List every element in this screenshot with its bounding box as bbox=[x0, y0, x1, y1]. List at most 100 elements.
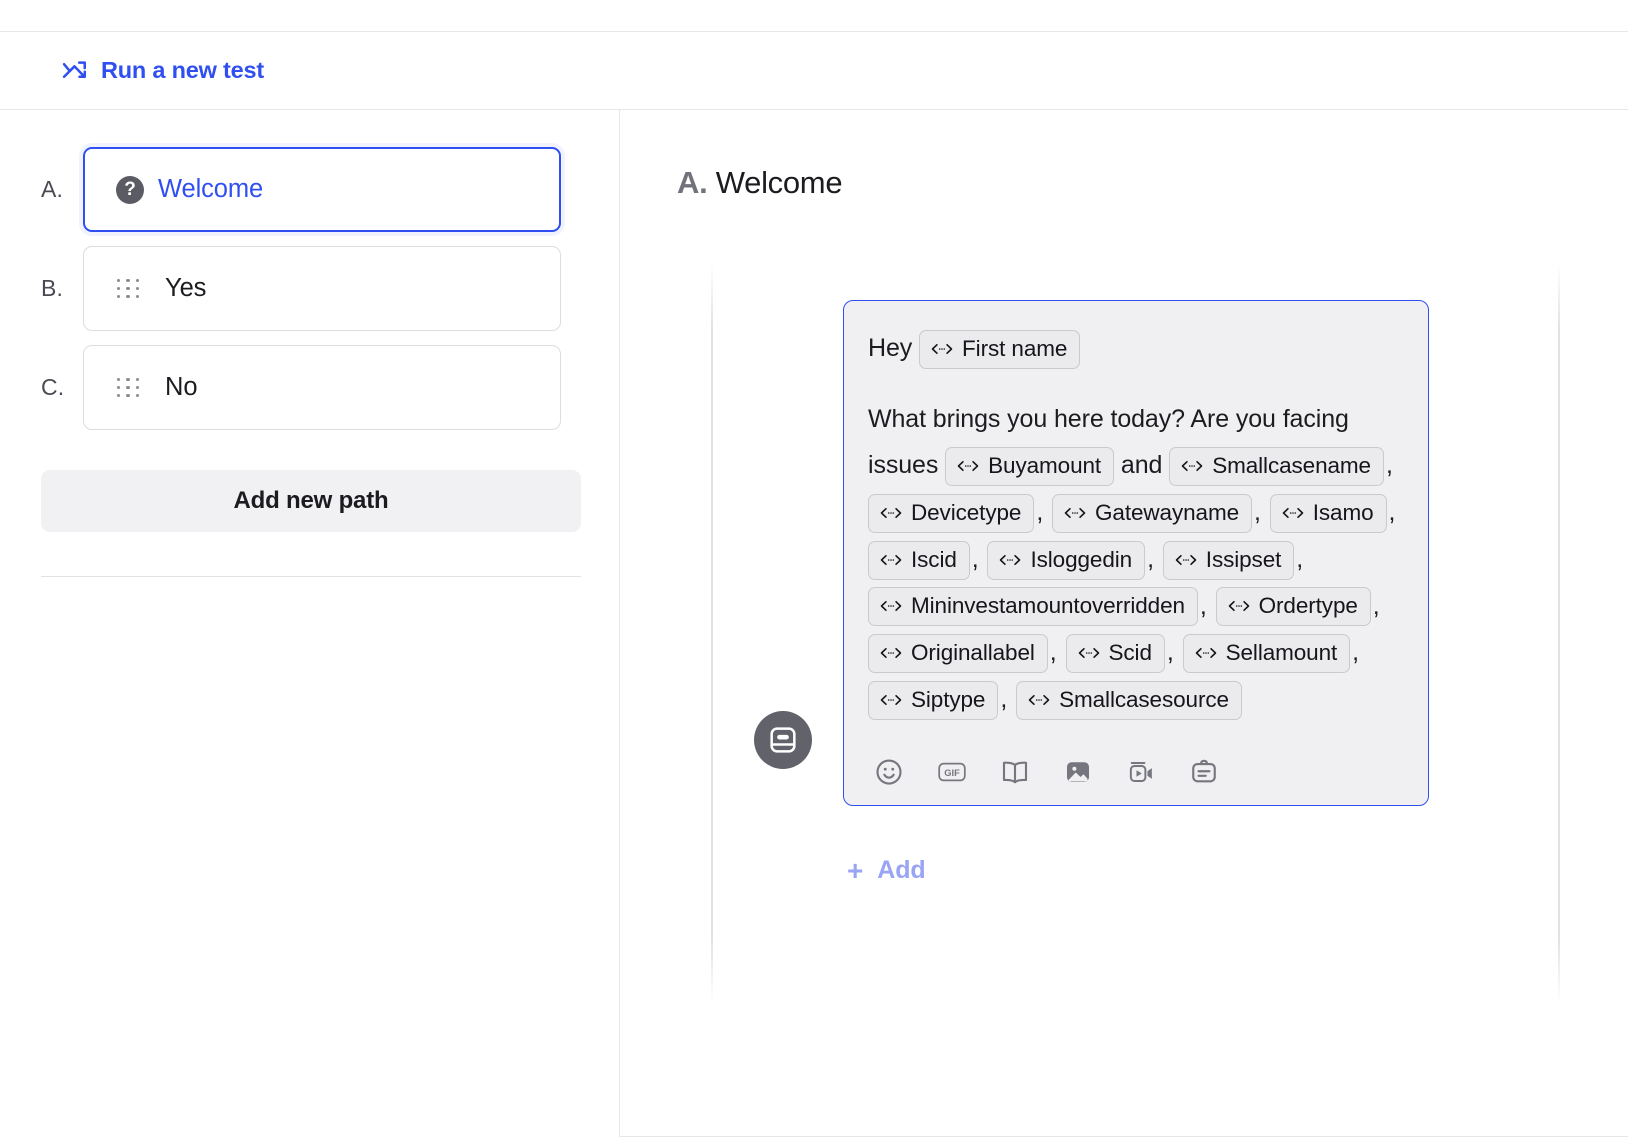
variable-tag-icon bbox=[1282, 506, 1304, 520]
trend-shuffle-icon bbox=[61, 59, 88, 82]
greeting-text: Hey bbox=[868, 334, 913, 362]
variable-tag-icon bbox=[880, 693, 902, 707]
sidebar-item-welcome[interactable]: ? Welcome bbox=[83, 147, 561, 232]
chip-separator: , bbox=[1385, 450, 1393, 479]
detail-panel: A. Welcome Hey First name What brings yo… bbox=[620, 110, 1628, 1137]
message-body-line: What brings you here today? Are you faci… bbox=[868, 396, 1402, 723]
add-block-label: Add bbox=[877, 856, 926, 885]
composer-toolbar: GIF bbox=[868, 757, 1402, 787]
variable-chip-label: Isloggedin bbox=[1030, 546, 1133, 572]
variable-chip-label: Gatewayname bbox=[1095, 499, 1240, 525]
chip-separator: , bbox=[1000, 685, 1008, 714]
drag-handle-icon[interactable] bbox=[115, 278, 141, 300]
form-icon[interactable] bbox=[1189, 757, 1219, 787]
body-split: A. ? Welcome B. Yes C. No Add new path A… bbox=[0, 110, 1628, 1137]
variable-chip-label: Buyamount bbox=[988, 452, 1102, 478]
run-a-new-test-label: Run a new test bbox=[101, 57, 265, 83]
variable-chip-originallabel[interactable]: Originallabel bbox=[868, 634, 1048, 674]
article-icon[interactable] bbox=[1000, 757, 1030, 787]
sidebar-item-yes-label: Yes bbox=[165, 274, 207, 302]
variable-chip-isamo[interactable]: Isamo bbox=[1269, 493, 1387, 533]
chip-separator: , bbox=[1388, 497, 1396, 526]
variable-chip-mininvestamountoverridden[interactable]: Mininvestamountoverridden bbox=[868, 587, 1198, 627]
variable-chip-gatewayname[interactable]: Gatewayname bbox=[1052, 493, 1253, 533]
variable-tag-icon bbox=[880, 646, 902, 660]
variable-chip-label: Iscid bbox=[911, 546, 957, 572]
variable-chip-label: Issipset bbox=[1205, 546, 1282, 572]
variable-chip-label: Smallcasesource bbox=[1059, 687, 1229, 713]
emoji-icon[interactable] bbox=[874, 757, 904, 787]
variable-tag-icon bbox=[1175, 553, 1197, 567]
path-letter-a: A. bbox=[41, 176, 64, 202]
gif-icon[interactable]: GIF bbox=[937, 757, 967, 787]
variable-chip-sellamount[interactable]: Sellamount bbox=[1182, 634, 1351, 674]
chip-separator: , bbox=[1036, 497, 1044, 526]
variable-tag-icon bbox=[1195, 646, 1217, 660]
variable-chip-ordertype[interactable]: Ordertype bbox=[1215, 587, 1371, 627]
chip-separator: , bbox=[1372, 591, 1380, 620]
plus-icon: + bbox=[847, 854, 864, 886]
paths-sidebar: A. ? Welcome B. Yes C. No Add new path bbox=[0, 110, 620, 1137]
variable-chip-iscid[interactable]: Iscid bbox=[868, 540, 970, 580]
page-title-prefix: A. bbox=[677, 165, 708, 200]
variable-tag-icon bbox=[1028, 693, 1050, 707]
sidebar-item-yes[interactable]: Yes bbox=[83, 246, 561, 331]
variable-chip-label: Isamo bbox=[1312, 499, 1374, 525]
run-a-new-test-button[interactable]: Run a new test bbox=[61, 57, 264, 84]
chip-separator: , bbox=[971, 544, 979, 573]
variable-chip-label: Originallabel bbox=[911, 640, 1035, 666]
variable-chip-label: Devicetype bbox=[911, 499, 1022, 525]
variable-chip-devicetype[interactable]: Devicetype bbox=[868, 493, 1035, 533]
variable-tag-icon bbox=[1228, 599, 1250, 613]
variable-chip-smallcasesource[interactable]: Smallcasesource bbox=[1016, 681, 1242, 721]
variable-chip-siptype[interactable]: Siptype bbox=[868, 681, 999, 721]
variable-chip-first-name[interactable]: First name bbox=[919, 329, 1081, 369]
sidebar-item-welcome-label: Welcome bbox=[158, 175, 264, 203]
path-letter-b: B. bbox=[41, 275, 64, 301]
variable-chip-label: Scid bbox=[1108, 640, 1152, 666]
video-icon[interactable] bbox=[1126, 757, 1156, 787]
sidebar-divider bbox=[41, 576, 581, 577]
add-new-path-button[interactable]: Add new path bbox=[41, 470, 581, 532]
variable-tag-icon bbox=[957, 459, 979, 473]
path-row-c: C. No bbox=[0, 345, 619, 430]
sidebar-item-no-label: No bbox=[165, 373, 198, 401]
variable-chip-issipset[interactable]: Issipset bbox=[1162, 540, 1295, 580]
variable-chip-label: Sellamount bbox=[1225, 640, 1338, 666]
variable-chip-smallcasename[interactable]: Smallcasename bbox=[1169, 446, 1384, 486]
top-strip bbox=[0, 0, 1628, 32]
variable-chip-label: Ordertype bbox=[1258, 593, 1358, 619]
app-root: Run a new test A. ? Welcome B. Yes C. No… bbox=[0, 0, 1628, 1138]
variable-chip-label: Mininvestamountoverridden bbox=[911, 593, 1185, 619]
variable-tag-icon bbox=[931, 342, 953, 356]
chip-separator: , bbox=[1166, 638, 1174, 667]
variable-chip-label: First name bbox=[962, 335, 1068, 361]
message-greeting-line: Hey First name bbox=[868, 325, 1402, 372]
variable-tag-icon bbox=[1078, 646, 1100, 660]
chip-separator: , bbox=[1049, 638, 1057, 667]
header-bar: Run a new test bbox=[0, 32, 1628, 110]
chip-separator: , bbox=[1199, 591, 1207, 620]
sidebar-item-no[interactable]: No bbox=[83, 345, 561, 430]
page-title-text: Welcome bbox=[715, 165, 843, 200]
image-icon[interactable] bbox=[1063, 757, 1093, 787]
chip-separator: , bbox=[1352, 638, 1360, 667]
add-block-button[interactable]: + Add bbox=[847, 856, 926, 885]
message-bubble[interactable]: Hey First name What brings you here toda… bbox=[843, 300, 1429, 807]
question-mark-icon: ? bbox=[116, 175, 144, 204]
variable-chip-buyamount[interactable]: Buyamount bbox=[945, 446, 1115, 486]
message-region: Hey First name What brings you here toda… bbox=[711, 262, 1560, 1005]
variable-tag-icon bbox=[880, 553, 902, 567]
avatar bbox=[754, 711, 812, 770]
path-row-b: B. Yes bbox=[0, 246, 619, 331]
chip-separator: , bbox=[1254, 497, 1261, 526]
message-bubble-wrapper: Hey First name What brings you here toda… bbox=[754, 262, 1560, 807]
variable-chip-scid[interactable]: Scid bbox=[1065, 634, 1165, 674]
svg-text:GIF: GIF bbox=[944, 767, 960, 778]
variable-tag-icon bbox=[999, 553, 1021, 567]
bottom-divider bbox=[620, 1136, 1628, 1137]
variable-chip-label: Siptype bbox=[911, 687, 986, 713]
drag-handle-icon[interactable] bbox=[115, 377, 141, 399]
variable-chip-isloggedin[interactable]: Isloggedin bbox=[987, 540, 1146, 580]
page-title: A. Welcome bbox=[620, 165, 1628, 201]
